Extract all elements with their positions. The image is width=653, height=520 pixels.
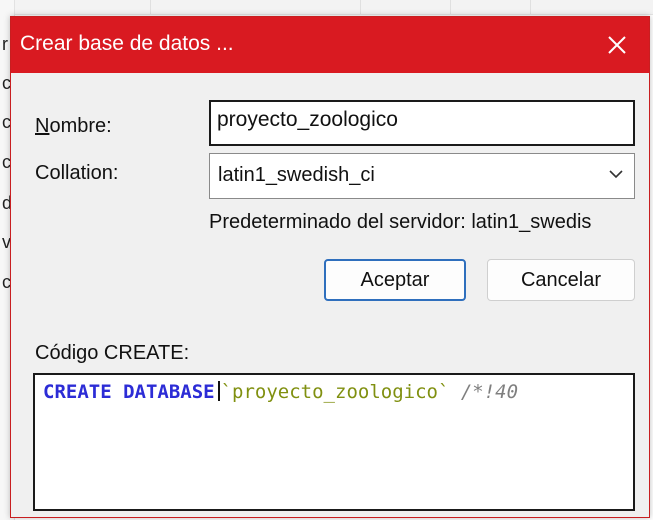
create-database-dialog: Crear base de datos ... Nombre: proyecto… — [10, 16, 650, 518]
code-comment: /*!40 — [460, 381, 519, 403]
name-label-text: ombre: — [49, 115, 112, 137]
database-name-input[interactable]: proyecto_zoologico — [209, 100, 635, 146]
dialog-title: Crear base de datos ... — [20, 32, 234, 55]
code-database-name: `proyecto_zoologico` — [220, 381, 450, 403]
collation-select[interactable]: latin1_swedish_ci — [209, 153, 635, 199]
create-code-editor[interactable]: CREATE DATABASE `proyecto_zoologico` /*!4… — [33, 373, 635, 511]
close-button[interactable] — [585, 17, 649, 73]
background-text: r — [2, 34, 8, 54]
name-label: Nombre: — [35, 115, 112, 138]
name-label-mnemonic: N — [35, 115, 50, 137]
cancel-button[interactable]: Cancelar — [487, 259, 635, 301]
text-caret — [217, 381, 220, 401]
collation-value: latin1_swedish_ci — [218, 164, 375, 186]
create-code-label: Código CREATE: — [35, 342, 190, 364]
chevron-down-icon — [609, 170, 623, 179]
code-keyword: DATABASE — [123, 381, 215, 403]
close-icon — [608, 36, 626, 54]
server-default-text: Predeterminado del servidor: latin1_swed… — [209, 211, 592, 233]
collation-label: Collation: — [35, 162, 119, 184]
background-header — [0, 0, 653, 15]
code-keyword: CREATE — [43, 381, 112, 403]
accept-button[interactable]: Aceptar — [324, 259, 466, 301]
dialog-titlebar[interactable]: Crear base de datos ... — [11, 17, 649, 73]
